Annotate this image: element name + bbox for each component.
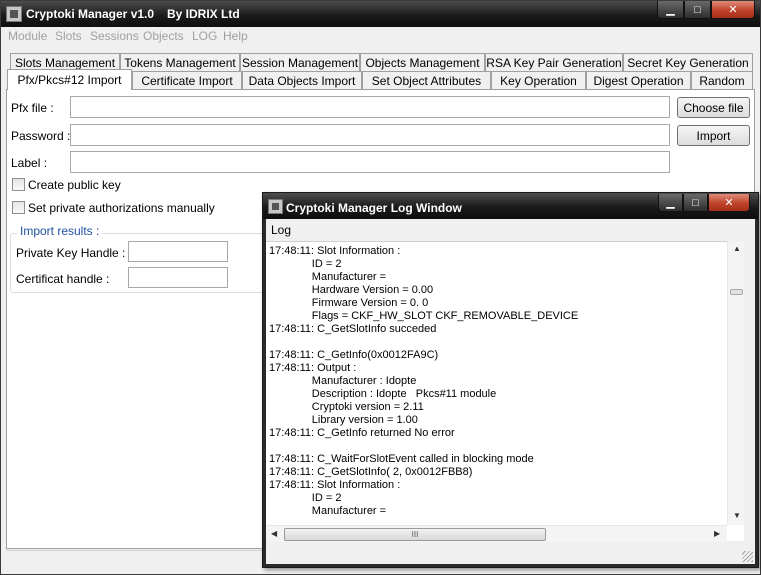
log-title-bar[interactable]: Cryptoki Manager Log Window ▁ □ ✕ — [263, 193, 758, 219]
log-line: Manufacturer = — [269, 505, 387, 517]
tab-random[interactable]: Random — [691, 71, 753, 89]
menu-help[interactable]: Help — [223, 29, 248, 43]
log-line: 17:48:11: C_GetInfo returned No error — [269, 427, 455, 439]
password-label: Password : — [11, 129, 71, 143]
maximize-button[interactable]: □ — [684, 1, 711, 19]
tab-tokens-management[interactable]: Tokens Management — [120, 53, 240, 71]
log-app-icon — [268, 199, 283, 214]
close-button[interactable]: ✕ — [711, 1, 755, 19]
log-window: Cryptoki Manager Log Window ▁ □ ✕ Log 17… — [262, 192, 759, 568]
tab-objects-management[interactable]: Objects Management — [360, 53, 485, 71]
log-client-area: Log 17:48:11: Slot Information : ID = 2 … — [266, 219, 755, 564]
tab-session-management[interactable]: Session Management — [240, 53, 360, 71]
log-line: Flags = CKF_HW_SLOT CKF_REMOVABLE_DEVICE — [269, 310, 579, 322]
app-vendor: By IDRIX Ltd — [167, 7, 240, 21]
import-button[interactable]: Import — [677, 125, 750, 146]
title-bar[interactable]: Cryptoki Manager v1.0 By IDRIX Ltd ▁ □ ✕ — [1, 1, 760, 27]
create-public-key-label[interactable]: Create public key — [28, 178, 121, 192]
label-label: Label : — [11, 156, 48, 170]
log-line: Hardware Version = 0.00 — [269, 284, 434, 296]
import-results-title: Import results : — [17, 224, 103, 238]
log-line: 17:48:11: Output : — [269, 362, 357, 374]
log-line: Library version = 1.00 — [269, 414, 418, 426]
label-input[interactable] — [70, 151, 670, 173]
log-maximize-button[interactable]: □ — [683, 194, 708, 212]
log-line: 17:48:11: Slot Information : — [269, 245, 401, 257]
log-vertical-scroll-thumb[interactable] — [730, 289, 743, 295]
tab-pfx-pkcs12-import[interactable]: Pfx/Pkcs#12 Import — [7, 69, 132, 90]
log-text-area[interactable]: 17:48:11: Slot Information : ID = 2 Manu… — [266, 241, 744, 541]
tab-secret-key-generation[interactable]: Secret Key Generation — [623, 53, 753, 71]
app-icon — [6, 6, 22, 22]
certificate-handle-field[interactable] — [128, 267, 228, 288]
menu-objects[interactable]: Objects — [143, 29, 184, 43]
log-line: ID = 2 — [269, 258, 342, 270]
tab-key-operation[interactable]: Key Operation — [491, 71, 586, 89]
log-line: 17:48:11: C_WaitForSlotEvent called in b… — [269, 453, 534, 465]
certificate-handle-label: Certificat handle : — [16, 272, 110, 286]
log-line: Manufacturer : Idopte — [269, 375, 417, 387]
create-public-key-checkbox[interactable] — [12, 178, 25, 191]
log-line: 17:48:11: C_GetSlotInfo( 2, 0x0012FBB8) — [269, 466, 473, 478]
log-line: 17:48:11: Slot Information : — [269, 479, 401, 491]
tab-digest-operation[interactable]: Digest Operation — [586, 71, 691, 89]
log-window-title: Cryptoki Manager Log Window — [286, 201, 462, 215]
private-key-handle-label: Private Key Handle : — [16, 246, 126, 260]
set-private-auth-label[interactable]: Set private authorizations manually — [28, 201, 215, 215]
scroll-left-arrow-icon[interactable]: ◀ — [271, 529, 277, 538]
choose-file-button[interactable]: Choose file — [677, 97, 750, 118]
tab-data-objects-import[interactable]: Data Objects Import — [242, 71, 362, 89]
tab-set-object-attributes[interactable]: Set Object Attributes — [362, 71, 491, 89]
app-title: Cryptoki Manager v1.0 — [26, 7, 155, 21]
log-line: Description : Idopte Pkcs#11 module — [269, 388, 497, 400]
log-line: 17:48:11: C_GetInfo(0x0012FA9C) — [269, 349, 439, 361]
log-line: Cryptoki version = 2.11 — [269, 401, 424, 413]
log-line: Manufacturer = — [269, 271, 387, 283]
log-line: 17:48:11: C_GetSlotInfo succeded — [269, 323, 437, 335]
menu-slots[interactable]: Slots — [55, 29, 82, 43]
log-menu-log[interactable]: Log — [271, 223, 291, 237]
tab-rsa-key-pair-generation[interactable]: RSA Key Pair Generation — [485, 53, 623, 71]
scroll-right-arrow-icon[interactable]: ▶ — [714, 529, 720, 538]
log-line: Firmware Version = 0. 0 — [269, 297, 429, 309]
resize-grip-icon[interactable] — [742, 551, 753, 562]
log-horizontal-scrollbar[interactable]: ◀ III ▶ — [266, 525, 727, 542]
menu-log[interactable]: LOG — [192, 29, 217, 43]
log-horizontal-scroll-thumb[interactable]: III — [284, 528, 546, 541]
set-private-auth-checkbox[interactable] — [12, 201, 25, 214]
scroll-up-arrow-icon[interactable]: ▲ — [733, 244, 741, 253]
log-close-button[interactable]: ✕ — [708, 194, 750, 212]
log-menu-bar: Log — [266, 219, 755, 239]
menu-module[interactable]: Module — [8, 29, 47, 43]
menu-sessions[interactable]: Sessions — [90, 29, 139, 43]
tab-certificate-import[interactable]: Certificate Import — [132, 71, 242, 89]
password-input[interactable] — [70, 124, 670, 146]
pfx-file-label: Pfx file : — [11, 101, 54, 115]
private-key-handle-field[interactable] — [128, 241, 228, 262]
pfx-file-input[interactable] — [70, 96, 670, 118]
menu-bar: Module Slots Sessions Objects LOG Help — [1, 27, 760, 47]
scroll-down-arrow-icon[interactable]: ▼ — [733, 511, 741, 520]
minimize-button[interactable]: ▁ — [657, 1, 684, 19]
log-minimize-button[interactable]: ▁ — [658, 194, 683, 212]
log-vertical-scrollbar[interactable]: ▲ ▼ — [727, 241, 744, 525]
log-line: ID = 2 — [269, 492, 342, 504]
